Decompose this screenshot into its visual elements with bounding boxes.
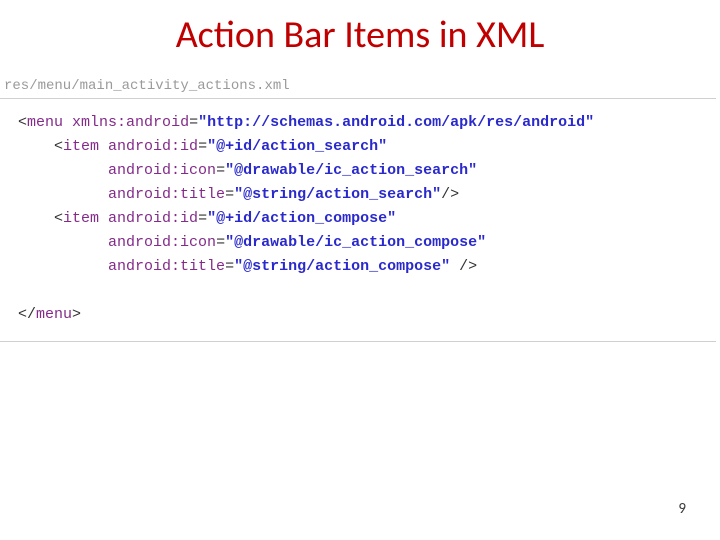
equals: = xyxy=(189,114,198,131)
equals: = xyxy=(198,210,207,227)
code-line-6: android:icon="@drawable/ic_action_compos… xyxy=(0,234,486,251)
val-icon-search: "@drawable/ic_action_search" xyxy=(225,162,477,179)
angle-open: < xyxy=(18,114,27,131)
tag-menu: menu xyxy=(27,114,72,131)
code-line-3: android:icon="@drawable/ic_action_search… xyxy=(0,162,477,179)
equals: = xyxy=(216,234,225,251)
file-path-label: res/menu/main_activity_actions.xml xyxy=(4,78,290,94)
self-close: /> xyxy=(441,186,459,203)
val-icon-compose: "@drawable/ic_action_compose" xyxy=(225,234,486,251)
angle-close-open: </ xyxy=(18,306,36,323)
attr-xmlns: xmlns:android xyxy=(72,114,189,131)
code-line-5: <item android:id="@+id/action_compose" xyxy=(0,210,396,227)
attr-title: android:title xyxy=(108,258,225,275)
angle-open: < xyxy=(54,210,63,227)
attr-icon: android:icon xyxy=(108,162,216,179)
self-close: /> xyxy=(459,258,477,275)
attr-title: android:title xyxy=(108,186,225,203)
code-line-2: <item android:id="@+id/action_search" xyxy=(0,138,387,155)
equals: = xyxy=(198,138,207,155)
attr-id: android:id xyxy=(108,138,198,155)
code-line-4: android:title="@string/action_search"/> xyxy=(0,186,459,203)
val-title-compose: "@string/action_compose" xyxy=(234,258,450,275)
attr-id: android:id xyxy=(108,210,198,227)
equals: = xyxy=(225,186,234,203)
code-line-7: android:title="@string/action_compose" /… xyxy=(0,258,477,275)
trailing-space xyxy=(450,258,459,275)
page-number: 9 xyxy=(678,500,686,518)
val-id-search: "@+id/action_search" xyxy=(207,138,387,155)
angle-open: < xyxy=(54,138,63,155)
angle-close: > xyxy=(72,306,81,323)
attr-icon: android:icon xyxy=(108,234,216,251)
val-id-compose: "@+id/action_compose" xyxy=(207,210,396,227)
equals: = xyxy=(225,258,234,275)
tag-menu-close: menu xyxy=(36,306,72,323)
val-title-search: "@string/action_search" xyxy=(234,186,441,203)
tag-item: item xyxy=(63,210,108,227)
tag-item: item xyxy=(63,138,108,155)
equals: = xyxy=(216,162,225,179)
xml-code-block: <menu xmlns:android="http://schemas.andr… xyxy=(0,98,716,342)
code-line-1: <menu xmlns:android="http://schemas.andr… xyxy=(0,114,594,131)
val-xmlns: "http://schemas.android.com/apk/res/andr… xyxy=(198,114,594,131)
code-line-8: </menu> xyxy=(0,306,81,323)
slide-title: Action Bar Items in XML xyxy=(0,12,720,58)
